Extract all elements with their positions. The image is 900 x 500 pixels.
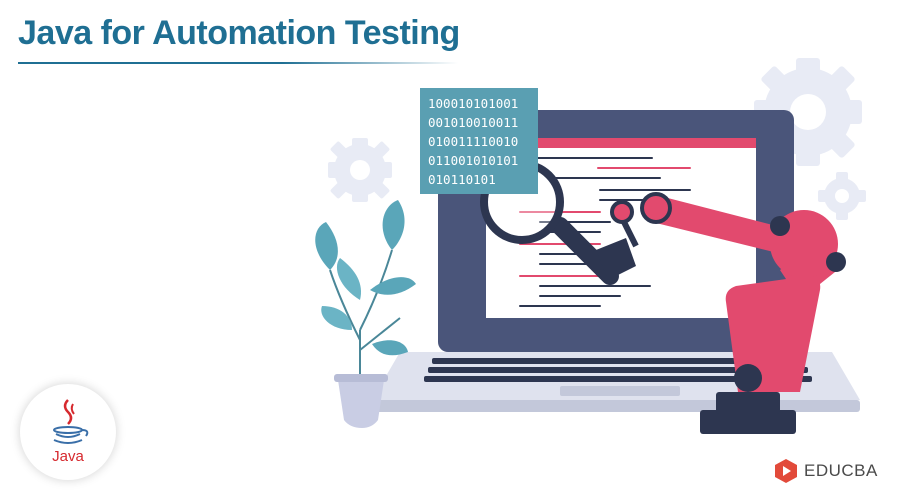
java-label: Java [52, 448, 84, 465]
automation-illustration [315, 58, 866, 434]
java-logo-icon [53, 399, 89, 444]
educba-brand-label: EDUCBA [804, 461, 878, 480]
educba-logo: EDUCBA [772, 456, 878, 486]
educba-logo-icon [775, 459, 797, 483]
gear-icon-small-right [818, 172, 866, 220]
binary-code-panel: 100010101001 001010010011 010011110010 0… [420, 88, 538, 194]
binary-line: 010011110010 [428, 134, 519, 149]
binary-line: 011001010101 [428, 153, 519, 168]
java-logo-badge: Java [20, 384, 116, 480]
binary-line: 100010101001 [428, 96, 519, 111]
binary-line: 010110101 [428, 172, 496, 187]
binary-line: 001010010011 [428, 115, 519, 130]
gear-icon-left [328, 138, 392, 202]
